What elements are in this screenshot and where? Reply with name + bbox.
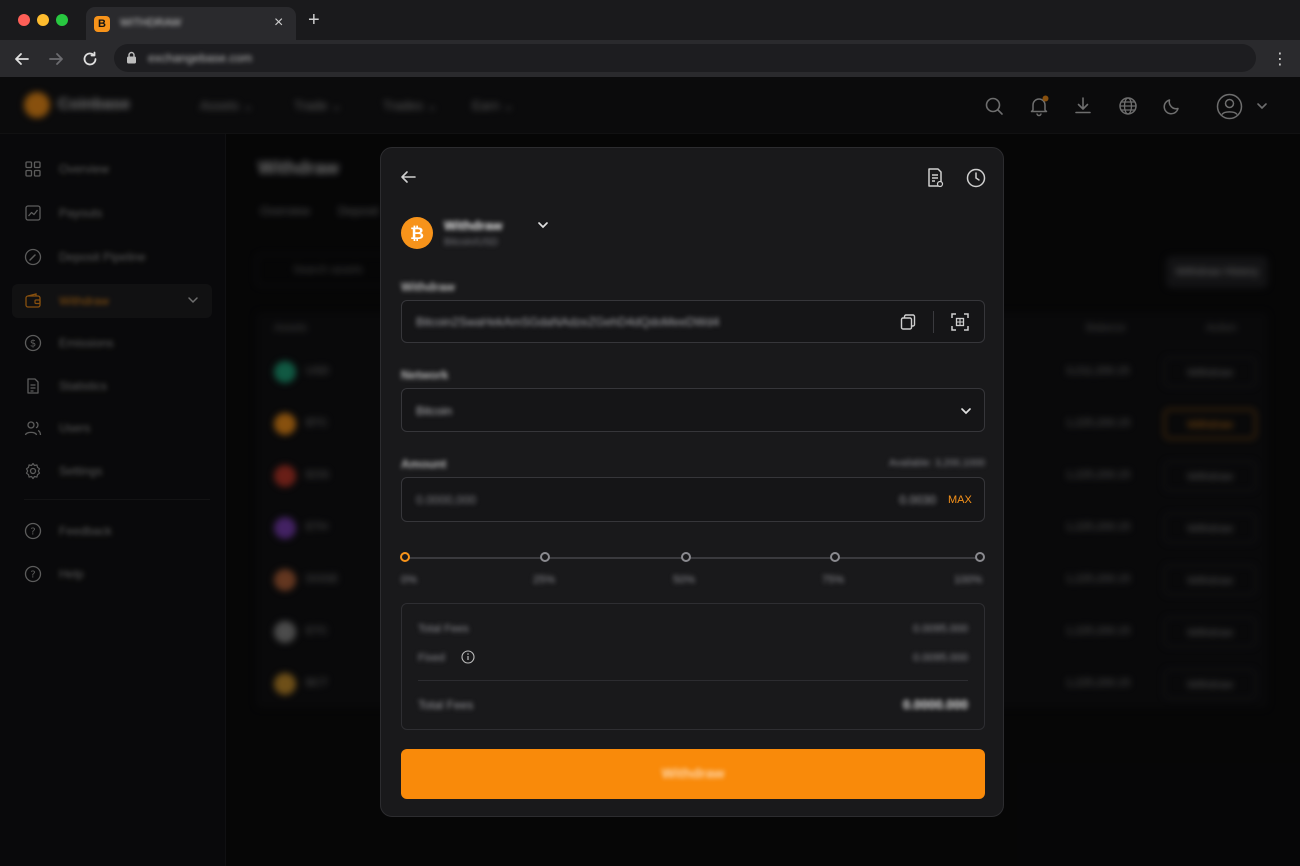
withdraw-submit-button[interactable]: Withdraw (401, 749, 985, 799)
info-icon[interactable] (461, 650, 475, 664)
new-tab-button[interactable]: + (308, 10, 320, 30)
scan-qr-icon[interactable] (950, 312, 970, 332)
total-value: 0.0000.000 (902, 697, 968, 712)
address-input[interactable]: Bitcoin2SwaHekAmSGdaNAdzeZGehD4dQdoMeeDW… (401, 300, 985, 343)
slider-stop-25[interactable] (540, 552, 550, 562)
url-input[interactable]: exchangebase.com (114, 44, 1256, 72)
back-arrow-icon[interactable] (12, 49, 32, 69)
percent-label-25: 25% (533, 574, 556, 586)
coin-subtitle: Bitcoin/USD (444, 237, 498, 248)
network-label: Network (401, 368, 449, 382)
percent-label-100: 100% (954, 574, 983, 586)
url-text: exchangebase.com (148, 51, 253, 65)
network-select[interactable]: Bitcoin (401, 388, 985, 432)
forward-arrow-icon[interactable] (46, 49, 66, 69)
browser-tab[interactable]: B WITHDRAW × (86, 7, 296, 40)
percent-label-0: 0% (401, 574, 417, 586)
svg-text:₿: ₿ (410, 224, 424, 244)
withdraw-modal: ₿ Withdraw Bitcoin/USD Withdraw Bitcoin2… (380, 147, 1004, 817)
withdraw-submit-label: Withdraw (661, 765, 725, 781)
fixed-row-label: Fixed (418, 652, 445, 664)
field-divider (933, 311, 934, 333)
address-value: Bitcoin2SwaHekAmSGdaNAdzeZGehD4dQdoMeeDW… (416, 315, 720, 329)
slider-stop-75[interactable] (830, 552, 840, 562)
percent-label-75: 75% (822, 574, 845, 586)
amount-fee: 0.0030 (899, 493, 936, 507)
receipt-icon[interactable] (925, 167, 945, 189)
browser-tabbar: B WITHDRAW × + (0, 0, 1300, 40)
address-bar: exchangebase.com ⋮ (0, 40, 1300, 77)
history-clock-icon[interactable] (965, 167, 987, 189)
coin-name: Withdraw (444, 218, 503, 233)
summary-divider (418, 680, 968, 681)
slider-stop-0[interactable] (400, 552, 410, 562)
minimize-window-button[interactable] (37, 14, 49, 26)
network-value: Bitcoin (416, 404, 453, 418)
fixed-row-value: 0.0095.000 (912, 652, 968, 664)
bitcoin-icon: ₿ (401, 217, 433, 249)
fee-summary: Total Fees 0.0095.000 Fixed 0.0095.000 T… (401, 603, 985, 730)
maximize-window-button[interactable] (56, 14, 68, 26)
percent-label-50: 50% (673, 574, 696, 586)
amount-label: Amount (401, 457, 447, 471)
tab-close-icon[interactable]: × (274, 14, 283, 32)
tab-title: WITHDRAW (120, 17, 182, 29)
chevron-down-icon (961, 408, 971, 415)
coin-selector[interactable]: ₿ Withdraw Bitcoin/USD (401, 217, 601, 251)
close-window-button[interactable] (18, 14, 30, 26)
amount-placeholder: 0.0000,000 (416, 493, 477, 507)
slider-stop-100[interactable] (975, 552, 985, 562)
amount-input[interactable]: 0.0000,000 0.0030 MAX (401, 477, 985, 522)
back-arrow-icon[interactable] (399, 169, 417, 185)
available-balance: Available: 3,200,1000 (888, 458, 985, 469)
total-label: Total Fees (418, 698, 474, 712)
lock-icon (127, 51, 136, 64)
percent-slider-track[interactable] (405, 557, 981, 559)
chevron-down-icon (538, 222, 548, 229)
fee-row-value: 0.0095.000 (912, 623, 968, 635)
reload-icon[interactable] (80, 49, 100, 69)
address-label: Withdraw (401, 280, 455, 294)
browser-menu-icon[interactable]: ⋮ (1272, 49, 1288, 69)
copy-icon[interactable] (899, 313, 917, 331)
slider-stop-50[interactable] (681, 552, 691, 562)
max-button[interactable]: MAX (948, 494, 972, 506)
tab-favicon: B (94, 16, 110, 32)
fee-row-label: Total Fees (418, 623, 469, 635)
